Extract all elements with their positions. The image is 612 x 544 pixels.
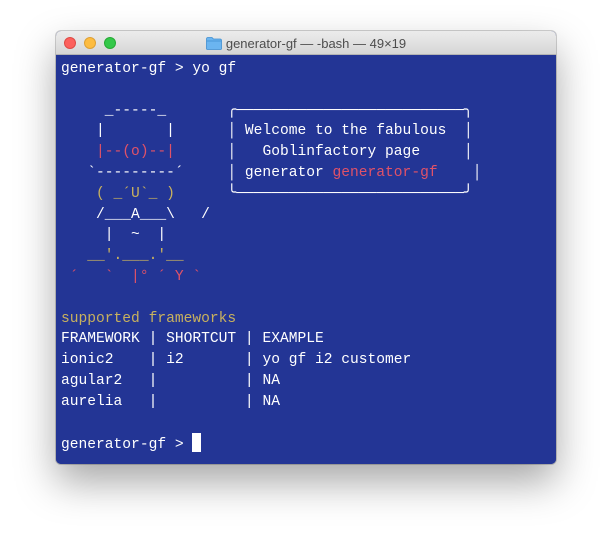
- art-row: __'.___.'__: [61, 248, 210, 265]
- window-title-area: generator-gf — -bash — 49×19: [56, 31, 556, 55]
- title-bar[interactable]: generator-gf — -bash — 49×19: [56, 31, 556, 55]
- welcome-line-3-highlight: generator-gf: [332, 164, 438, 181]
- welcome-line-3-prefix: generator: [244, 164, 333, 181]
- supported-frameworks-title: supported frameworks: [61, 310, 237, 327]
- command-line: generator-gf > yo gf: [61, 61, 237, 77]
- table-row: aurelia | | NA: [61, 393, 280, 410]
- welcome-box-top: ╭──────────────────────────╮: [227, 102, 473, 119]
- terminal-output[interactable]: generator-gf > yo gf _-----_ ╭──────────…: [56, 55, 556, 464]
- art-row: `---------´ │ generator generator-gf │: [61, 164, 482, 181]
- welcome-line-2: Goblinfactory page: [262, 144, 421, 161]
- table-header: FRAMEWORK | SHORTCUT | EXAMPLE: [61, 331, 324, 348]
- art-row: ´ ` |° ´ Y `: [61, 268, 210, 285]
- window-title: generator-gf — -bash — 49×19: [225, 35, 407, 51]
- shell-prompt[interactable]: generator-gf >: [61, 433, 556, 454]
- folder-icon: [205, 36, 222, 50]
- art-row: | ~ |: [61, 227, 210, 244]
- table-row: agular2 | | NA: [61, 372, 280, 389]
- art-row: |--(o)--| │ Goblinfactory page │: [61, 144, 473, 161]
- text-cursor: [192, 433, 202, 453]
- table-row: ionic2 | i2 | yo gf i2 customer: [61, 352, 412, 369]
- art-row: _-----_ ╭──────────────────────────╮: [61, 102, 473, 119]
- welcome-line-1: Welcome to the fabulous: [244, 123, 447, 140]
- art-row: | | │ Welcome to the fabulous │: [61, 123, 473, 140]
- terminal-window: generator-gf — -bash — 49×19 generator-g…: [56, 31, 556, 464]
- welcome-box-bottom: ╰──────────────────────────╯: [227, 185, 473, 202]
- art-row: /___A___\ /: [61, 206, 210, 223]
- art-row: ( _´U`_ ) ╰──────────────────────────╯: [61, 185, 473, 202]
- prompt-text: generator-gf >: [61, 437, 193, 454]
